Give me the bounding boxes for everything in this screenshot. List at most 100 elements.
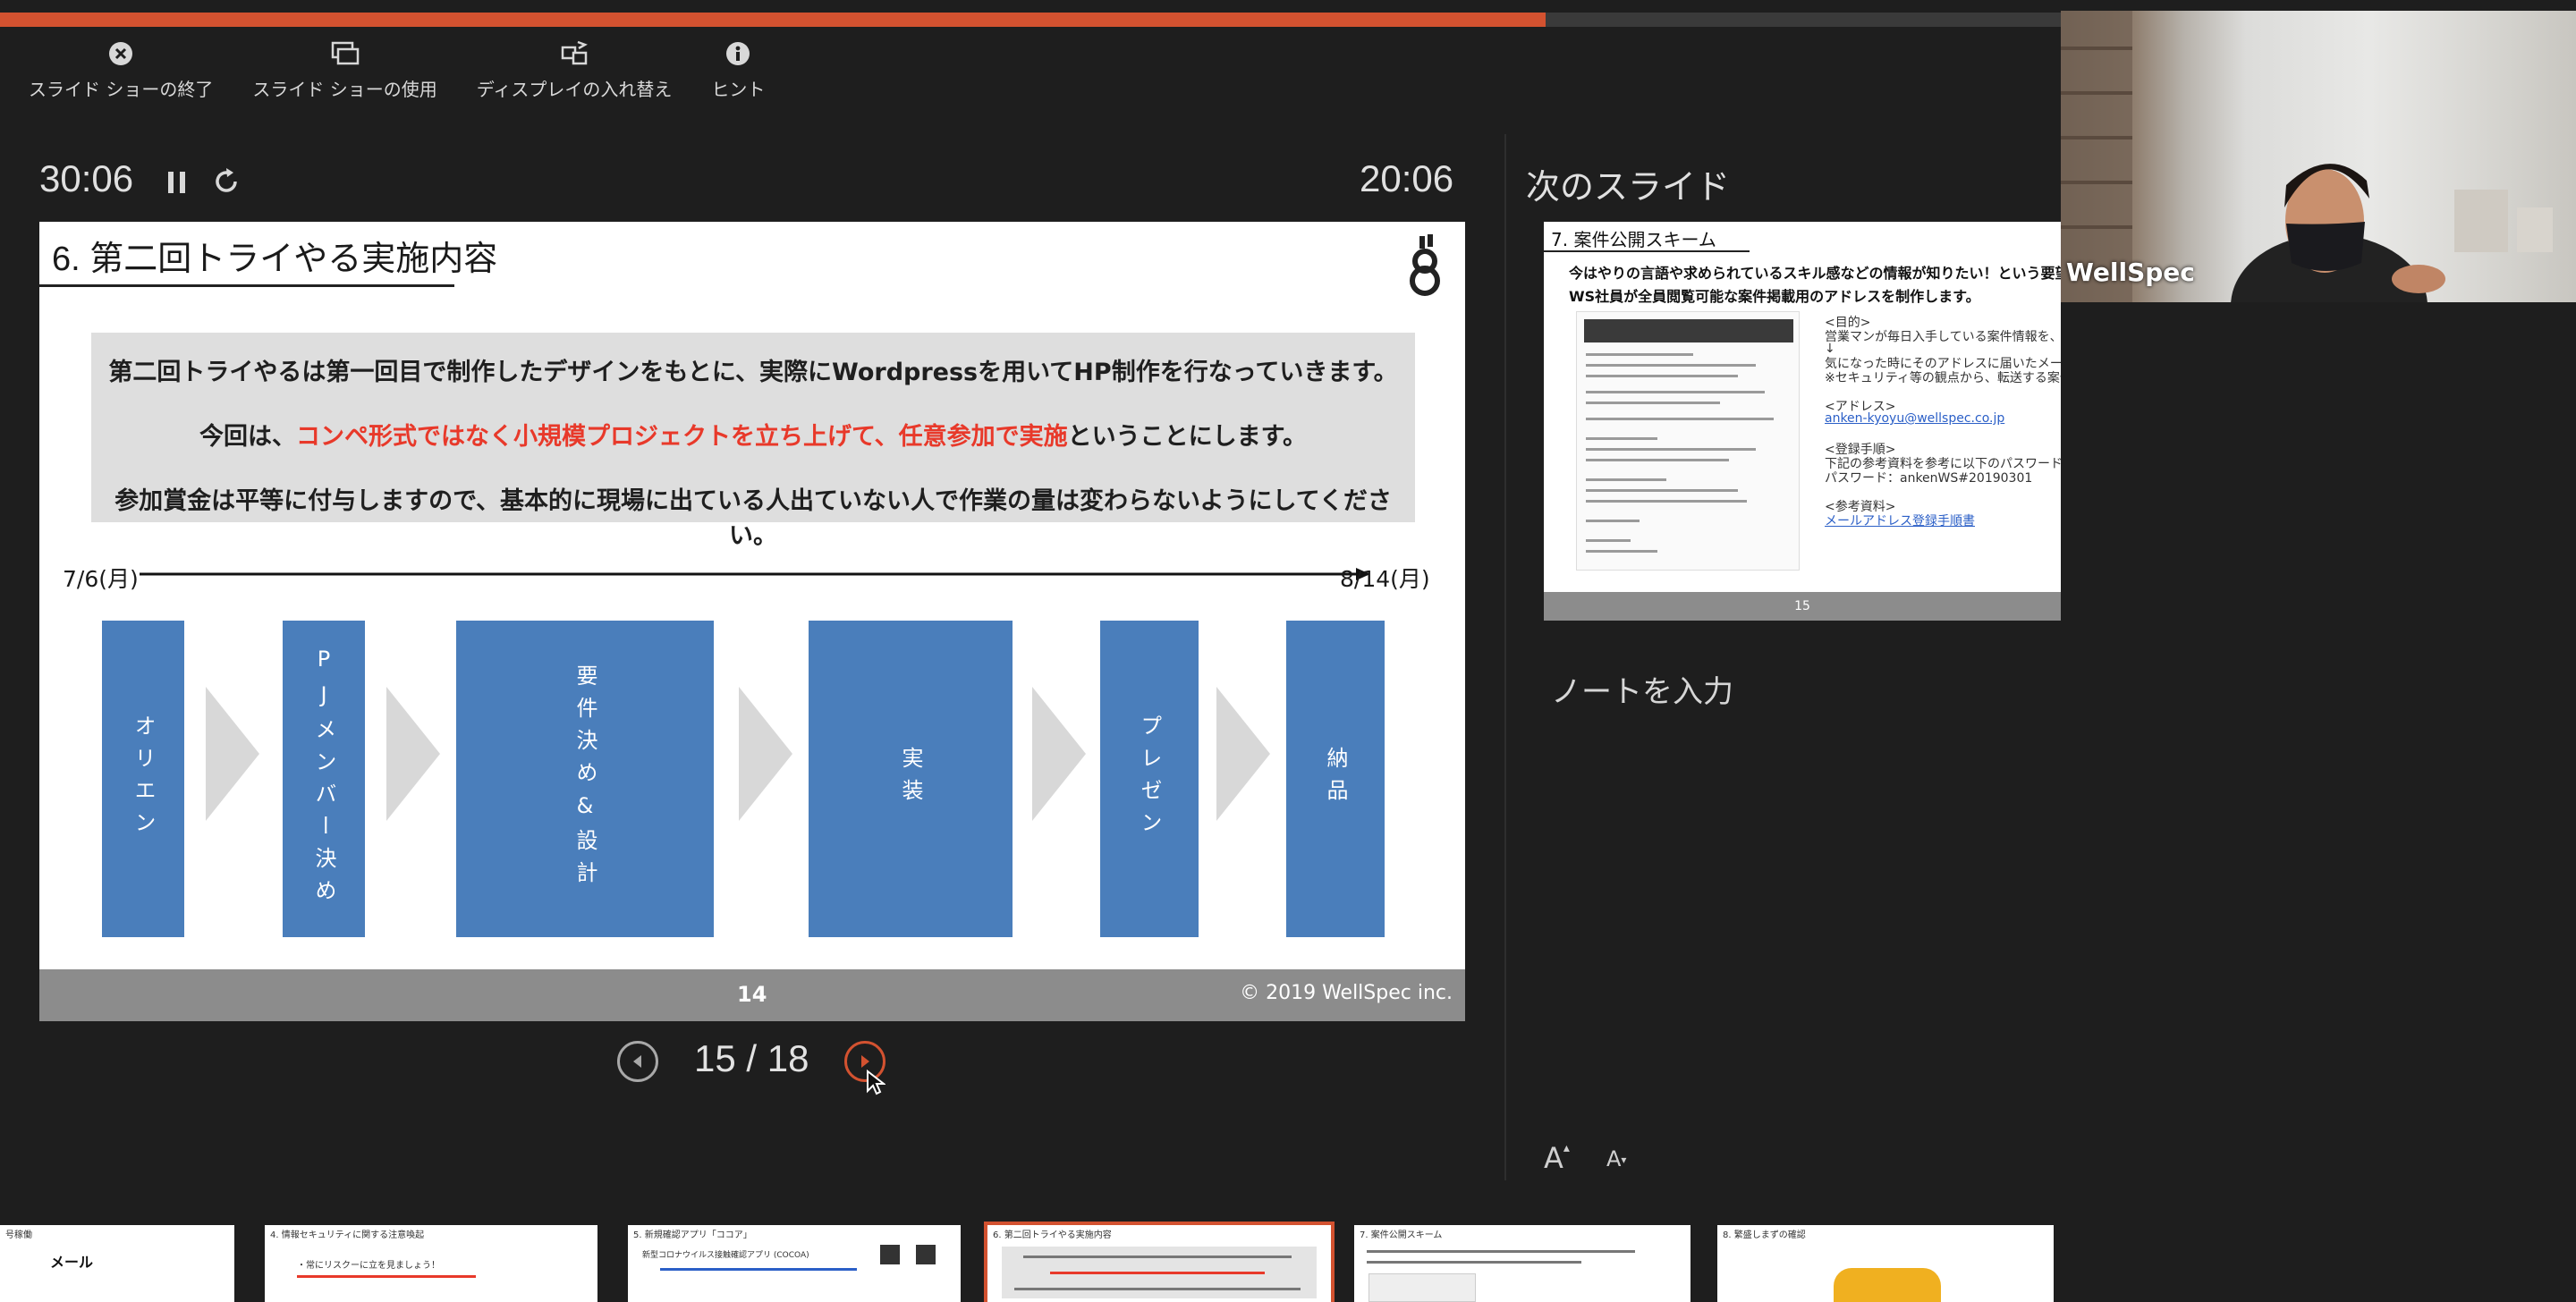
summary-line-1: 第二回トライやるは第一回目で制作したデザインをもとに、実際にWordpressを… (108, 359, 1398, 386)
thumbnail-title: 6. 第二回トライやる実施内容 (993, 1230, 1112, 1240)
chevron-left-icon (633, 1055, 641, 1068)
purpose-line-3: ※セキュリティ等の観点から、転送する案件内容は (1825, 371, 2061, 385)
step-chevron (206, 687, 259, 821)
slide-thumbnail[interactable]: 7. 案件公開スキーム (1354, 1225, 1690, 1302)
thumbnail-text-line (1023, 1256, 1292, 1258)
previous-slide-button[interactable] (617, 1041, 658, 1082)
timeline-end-date: 8/14(月) (1340, 566, 1430, 592)
slide-thumbnail[interactable]: 5. 新規確認アプリ「ココア」 新型コロナウイルス接触確認アプリ (COCOA) (628, 1225, 961, 1302)
use-slideshow-label: スライド ショーの使用 (252, 79, 437, 100)
email-screenshot-thumbnail (1576, 311, 1800, 571)
webcam-video: WellSpec (2061, 11, 2576, 302)
restart-timer-icon[interactable] (211, 166, 242, 197)
thumbnail-text-line (1367, 1250, 1635, 1253)
reference-link: メールアドレス登録手順書 (1825, 514, 1975, 528)
email-text-line (1586, 375, 1738, 377)
email-text-line (1586, 437, 1657, 440)
thumbnail-text-line (1367, 1261, 1581, 1264)
qr-code-icon (880, 1245, 900, 1264)
next-slide-preview[interactable]: 7. 案件公開スキーム 今はやりの言語や求められているスキル感などの情報が知りた… (1544, 222, 2061, 621)
thumbnail-title: 号稼働 (5, 1230, 32, 1240)
email-text-line (1586, 448, 1756, 451)
current-slide[interactable]: 6. 第二回トライやる実施内容 第二回トライやるは第一回目で制作したデザインをも… (39, 222, 1465, 1021)
wellspec-logo-icon (1406, 234, 1444, 297)
thumbnail-illustration (1834, 1268, 1941, 1302)
panel-divider[interactable] (1504, 134, 1506, 1180)
hint-button[interactable]: ヒント (711, 39, 765, 111)
step-chevron (739, 687, 792, 821)
next-slide-title-underline (1544, 250, 1750, 252)
chevron-right-icon (861, 1055, 869, 1068)
summary-line-2-highlight: コンペ形式ではなく小規模プロジェクトを立ち上げて、任意参加で実施 (296, 423, 1068, 451)
step-chevron (1032, 687, 1086, 821)
email-text-line (1586, 353, 1693, 356)
thumbnail-text-line (297, 1275, 476, 1278)
email-text-line (1586, 478, 1666, 481)
increase-font-button[interactable]: A▴ (1544, 1141, 1570, 1175)
email-text-line (1586, 402, 1720, 404)
thumbnail-title: 8. 繁盛しまずの確認 (1723, 1230, 1806, 1240)
slideshow-progress-fill (0, 13, 1546, 27)
step-orientation: オリエン (102, 621, 184, 937)
title-underline (39, 284, 454, 287)
thumbnail-text-line (1050, 1272, 1265, 1274)
slide-thumbnail[interactable]: 8. 繁盛しまずの確認 (1717, 1225, 2054, 1302)
slide-thumbnail[interactable]: 号稼働 メール (0, 1225, 234, 1302)
thumbnail-text: メール (50, 1254, 94, 1271)
timeline-start-date: 7/6(月) (63, 566, 139, 592)
elapsed-timer: 30:06 (39, 157, 134, 199)
slide-footer: 14 © 2019 WellSpec inc. (39, 969, 1465, 1021)
step-label: 要件決め&設計 (572, 664, 597, 893)
caret-down-icon: ▾ (1621, 1154, 1627, 1166)
mouse-cursor-icon (867, 1070, 886, 1095)
next-slide-title: 7. 案件公開スキーム (1551, 229, 1716, 250)
step-pj-member: PJメンバー決め (283, 621, 365, 937)
email-text-line (1586, 520, 1640, 522)
summary-line-2-suffix: ということにします。 (1067, 423, 1307, 451)
step-delivery: 納品 (1286, 621, 1385, 937)
email-text-line (1586, 459, 1729, 461)
copyright-text: © 2019 WellSpec inc. (1240, 982, 1453, 1004)
thumbnail-title: 4. 情報セキュリティに関する注意喚起 (270, 1230, 425, 1240)
thumbnail-title: 5. 新規確認アプリ「ココア」 (633, 1230, 752, 1240)
email-text-line (1586, 489, 1738, 492)
swap-display-button[interactable]: ディスプレイの入れ替え (477, 39, 672, 111)
slide-counter[interactable]: 15 / 18 (694, 1037, 809, 1080)
step-label: PJメンバー決め (311, 647, 336, 911)
summary-line-2: 今回は、コンペ形式ではなく小規模プロジェクトを立ち上げて、任意参加で実施というこ… (91, 417, 1415, 452)
decrease-font-label: A (1606, 1146, 1622, 1171)
purpose-line-1: 営業マンが毎日入手している案件情報を、定期的 (1825, 330, 2061, 344)
step-label: 実装 (898, 747, 923, 811)
next-slide-line-1: 今はやりの言語や求められているスキル感などの情報が知りたい！という要望がありまし… (1569, 265, 2061, 282)
slideshow-progress-bar (0, 13, 2061, 27)
duplicate-screens-icon (331, 39, 360, 68)
next-slide-footer: 15 (1544, 592, 2061, 621)
next-slide-heading: 次のスライド (1526, 167, 1731, 207)
thumbnail-text-line (660, 1268, 857, 1271)
step-implementation: 実装 (809, 621, 1013, 937)
slide-title: 6. 第二回トライやる実施内容 (52, 241, 498, 278)
clock-time: 20:06 (1360, 157, 1454, 199)
address-link: anken-kyoyu@wellspec.co.jp (1825, 411, 2005, 426)
thumbnail-image (1368, 1273, 1476, 1302)
summary-box: 第二回トライやるは第一回目で制作したデザインをもとに、実際にWordpressを… (91, 333, 1415, 550)
slide-thumbnail-current[interactable]: 6. 第二回トライやる実施内容 (984, 1222, 1335, 1302)
decrease-font-button[interactable]: A▾ (1606, 1146, 1626, 1171)
thumbnail-text: 新型コロナウイルス接触確認アプリ (COCOA) (642, 1251, 809, 1260)
use-slideshow-button[interactable]: スライド ショーの使用 (252, 39, 437, 111)
thumbnail-text-line (1014, 1288, 1301, 1290)
increase-font-label: A (1544, 1141, 1563, 1175)
email-text-line (1586, 500, 1747, 503)
end-slideshow-button[interactable]: スライド ショーの終了 (29, 39, 213, 111)
email-header-bar (1584, 319, 1793, 342)
notes-input[interactable]: ノートを入力 (1551, 667, 1733, 711)
register-line-2: パスワード：ankenWS#20190301 (1825, 471, 2033, 486)
slide-number: 14 (737, 982, 767, 1007)
email-text-line (1586, 391, 1765, 393)
pause-icon[interactable] (166, 170, 188, 195)
slide-thumbnail[interactable]: 4. 情報セキュリティに関する注意喚起 ・常にリスクーに立を見ましょう！ (265, 1225, 597, 1302)
email-text-line (1586, 539, 1631, 542)
swap-display-icon (560, 39, 589, 68)
timeline-arrow (140, 568, 1370, 580)
step-chevron (386, 687, 440, 821)
